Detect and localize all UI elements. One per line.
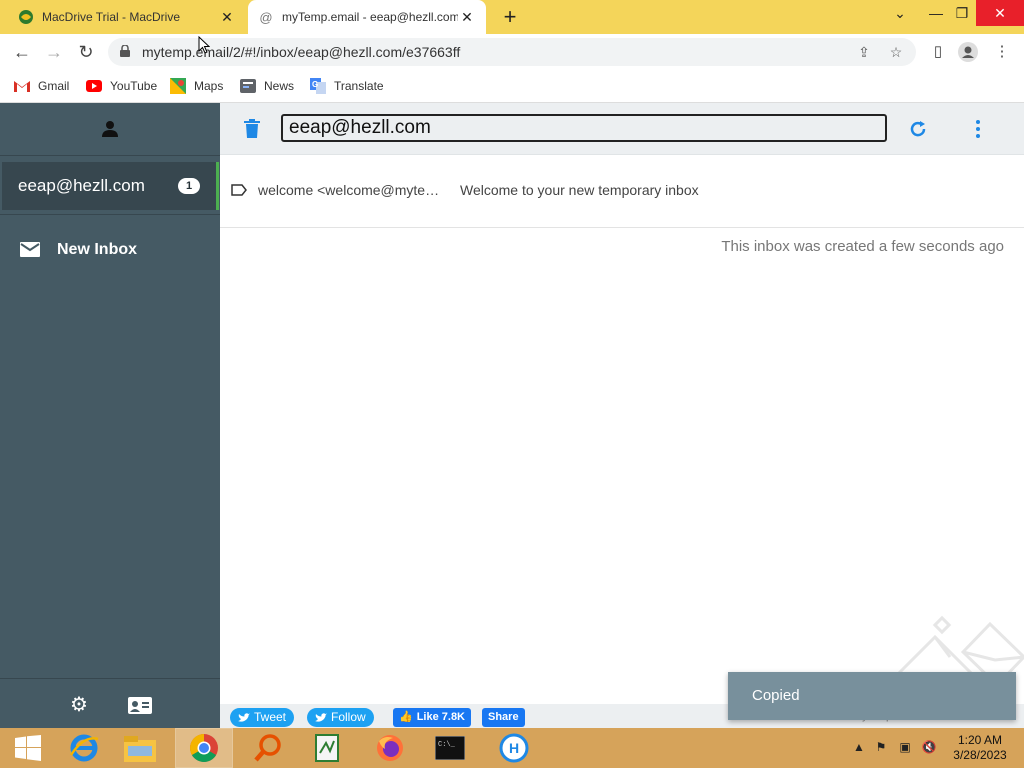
- star-icon[interactable]: ☆: [886, 42, 906, 62]
- tweet-label: Tweet: [254, 710, 287, 724]
- message-subject: Welcome to your new temporary inbox: [460, 182, 699, 198]
- browser-tabstrip: MacDrive Trial - MacDrive ✕ @ myTemp.ema…: [0, 0, 1024, 34]
- reload-icon[interactable]: ↻: [74, 40, 98, 64]
- windows-start-button[interactable]: [0, 729, 56, 767]
- youtube-icon: [86, 79, 102, 93]
- bookmark-label: Gmail: [38, 79, 70, 93]
- message-sender: welcome <welcome@mytemp.email>: [258, 182, 448, 198]
- label-tag-icon: [231, 184, 247, 196]
- thumbs-up-icon: 👍: [399, 711, 413, 723]
- tab-search-chevron-icon[interactable]: ⌄: [884, 0, 916, 26]
- internet-explorer-icon[interactable]: [56, 729, 112, 767]
- macdrive-favicon-icon: [18, 9, 34, 25]
- share-icon[interactable]: ⇪: [854, 42, 874, 62]
- new-inbox-button[interactable]: New Inbox: [0, 233, 220, 267]
- lock-icon: [120, 45, 130, 57]
- like-label: Like 7.8K: [416, 711, 466, 723]
- new-inbox-label: New Inbox: [57, 241, 138, 258]
- file-explorer-icon[interactable]: [112, 729, 168, 767]
- show-hidden-icons-chevron-icon[interactable]: ▲: [850, 738, 868, 756]
- bookmark-label: News: [264, 79, 295, 93]
- browser-menu-icon[interactable]: ⋮: [992, 42, 1012, 62]
- clock-time: 1:20 AM: [957, 733, 1003, 747]
- sidebar: eeap@hezll.com 1 New Inbox ⚙: [0, 103, 220, 728]
- window-close-button[interactable]: ✕: [976, 0, 1024, 26]
- volume-muted-icon[interactable]: 🔇: [920, 738, 938, 756]
- sidebar-item-inbox[interactable]: eeap@hezll.com 1: [2, 162, 219, 210]
- command-prompt-icon[interactable]: C:\_: [422, 729, 478, 767]
- url-text: mytemp.email/2/#!/inbox/eeap@hezll.com/e…: [142, 44, 461, 60]
- trash-icon[interactable]: [244, 119, 260, 138]
- more-options-icon[interactable]: [974, 119, 982, 139]
- bookmark-label: YouTube: [110, 79, 158, 93]
- action-center-flag-icon[interactable]: ⚑: [872, 738, 890, 756]
- editor-app-icon[interactable]: [300, 729, 356, 767]
- follow-button[interactable]: Follow: [307, 708, 374, 727]
- copied-toast: Copied: [728, 672, 1016, 720]
- browser-toolbar: ← → ↻ mytemp.email/2/#!/inbox/eeap@hezll…: [0, 34, 1024, 70]
- sidebar-divider: [0, 214, 220, 215]
- bookmark-label: Maps: [194, 79, 224, 93]
- envelope-icon: [20, 242, 40, 257]
- firefox-icon[interactable]: [362, 729, 418, 767]
- profile-avatar-icon[interactable]: [958, 42, 978, 62]
- tab-close-icon[interactable]: ✕: [218, 9, 236, 26]
- new-tab-button[interactable]: +: [498, 4, 522, 30]
- twitter-bird-icon: [238, 712, 250, 722]
- translate-icon: G: [310, 78, 326, 94]
- tab-macdrive[interactable]: MacDrive Trial - MacDrive ✕: [8, 0, 246, 34]
- network-icon[interactable]: ▣: [896, 738, 914, 756]
- tab-title: myTemp.email - eeap@hezll.com: [282, 10, 458, 24]
- sidebar-item-label: eeap@hezll.com: [18, 176, 145, 195]
- inbox-created-text: This inbox was created a few seconds ago: [721, 238, 1004, 255]
- bookmark-label: Translate: [334, 79, 384, 93]
- mouse-cursor-icon: [198, 36, 210, 54]
- bookmark-news[interactable]: News: [240, 77, 294, 95]
- helper-app-icon[interactable]: H: [486, 729, 542, 767]
- side-panel-icon[interactable]: ▯: [928, 42, 948, 62]
- forward-arrow-icon[interactable]: →: [42, 40, 66, 64]
- sidebar-header: [0, 103, 220, 156]
- email-address-field[interactable]: [281, 114, 887, 142]
- sidebar-footer: ⚙: [0, 678, 220, 729]
- restore-button[interactable]: ❐: [946, 0, 978, 26]
- unread-count-badge: 1: [178, 178, 200, 194]
- system-clock[interactable]: 1:20 AM 3/28/2023: [950, 733, 1010, 763]
- bookmark-youtube[interactable]: YouTube: [86, 77, 157, 95]
- tweet-button[interactable]: Tweet: [230, 708, 295, 727]
- search-magnifier-icon[interactable]: [240, 729, 296, 767]
- bookmarks-bar: Gmail YouTube Maps News G Translate: [0, 70, 1024, 103]
- bookmark-translate[interactable]: G Translate: [310, 77, 384, 95]
- svg-text:G: G: [312, 80, 318, 89]
- tab-close-icon[interactable]: ✕: [458, 9, 476, 26]
- refresh-icon[interactable]: [908, 119, 928, 139]
- share-label: Share: [488, 711, 519, 723]
- windows-logo-icon: [15, 735, 41, 761]
- back-arrow-icon[interactable]: ←: [10, 40, 34, 64]
- person-icon[interactable]: [101, 120, 119, 138]
- windows-taskbar: C:\_ H ▲ ⚑ ▣ 🔇 1:20 AM 3/28/2023: [0, 728, 1024, 768]
- twitter-bird-icon: [315, 712, 327, 722]
- contact-card-icon[interactable]: [128, 697, 152, 714]
- follow-label: Follow: [331, 710, 366, 724]
- tab-title: MacDrive Trial - MacDrive: [42, 10, 181, 24]
- inbox-toolbar: [220, 103, 1024, 155]
- clock-date: 3/28/2023: [953, 748, 1007, 762]
- svg-text:H: H: [509, 740, 519, 756]
- tab-mytemp[interactable]: @ myTemp.email - eeap@hezll.com ✕: [248, 0, 486, 34]
- facebook-like-button[interactable]: 👍 Like 7.8K: [393, 708, 472, 727]
- address-bar[interactable]: mytemp.email/2/#!/inbox/eeap@hezll.com/e…: [108, 38, 916, 66]
- gmail-icon: [14, 79, 30, 93]
- message-row[interactable]: welcome <welcome@mytemp.email> Welcome t…: [220, 154, 1024, 228]
- bookmark-maps[interactable]: Maps: [170, 77, 223, 95]
- facebook-share-button[interactable]: Share: [482, 708, 525, 727]
- chrome-icon[interactable]: [175, 728, 233, 768]
- news-icon: [240, 79, 256, 93]
- gear-icon[interactable]: ⚙: [69, 695, 89, 715]
- at-sign-icon: @: [259, 9, 273, 25]
- maps-icon: [170, 78, 186, 94]
- svg-text:C:\_: C:\_: [438, 741, 456, 749]
- bookmark-gmail[interactable]: Gmail: [14, 77, 69, 95]
